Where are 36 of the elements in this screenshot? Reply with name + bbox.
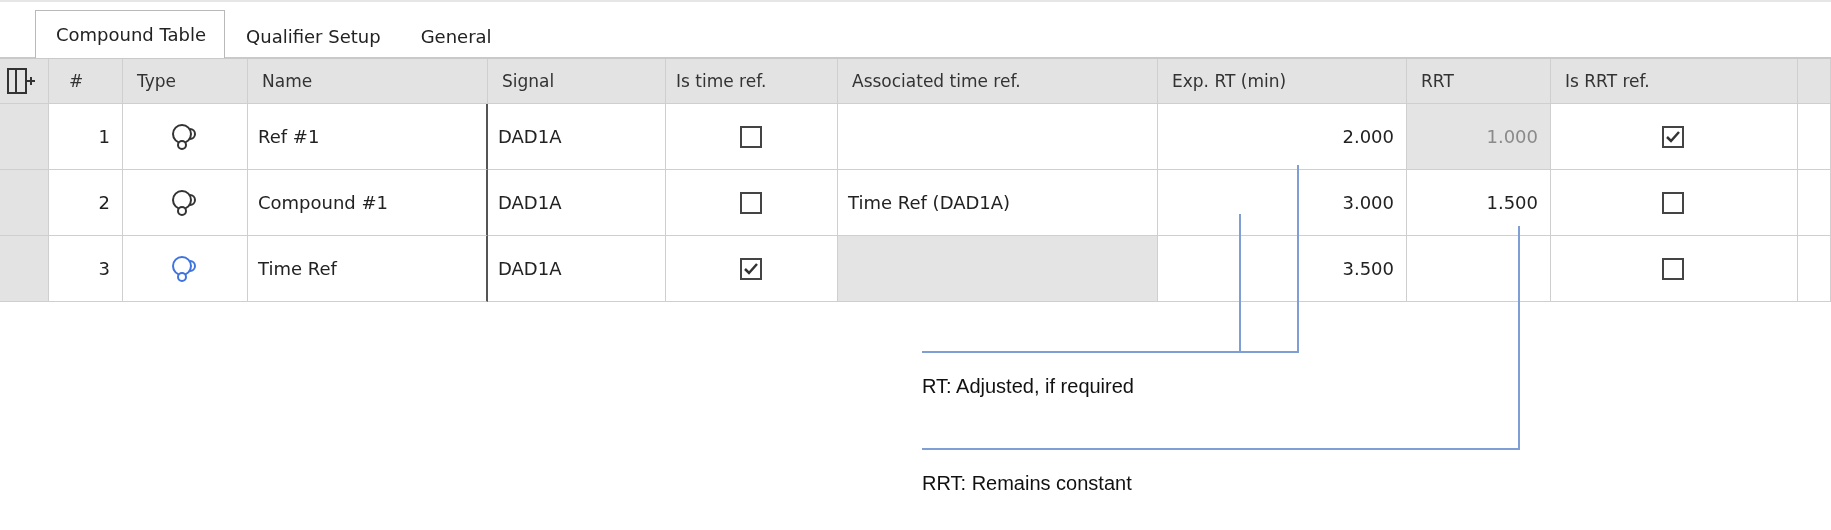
column-header[interactable]: Is time ref. — [666, 59, 838, 104]
column-chooser-icon[interactable] — [6, 66, 38, 96]
column-header[interactable]: Type — [123, 59, 248, 104]
table-cell: 2.000 — [1158, 104, 1407, 170]
checkbox[interactable] — [739, 257, 762, 280]
checkbox[interactable] — [739, 191, 762, 214]
row-number: 3 — [49, 236, 123, 302]
check-icon — [1666, 130, 1680, 143]
column-header[interactable]: Associated time ref. — [838, 59, 1158, 104]
table-cell: 3.500 — [1158, 236, 1407, 302]
table-cell: Ref #1 — [248, 104, 488, 170]
row-number: 2 — [49, 170, 123, 236]
table-cell: DAD1A — [488, 236, 666, 302]
annotation-text: RRT: Remains constant — [922, 472, 1132, 495]
table-cell: 3.000 — [1158, 170, 1407, 236]
column-header[interactable]: Is RRT ref. — [1551, 59, 1798, 104]
row-number: 1 — [49, 104, 123, 170]
table-cell: 1.500 — [1407, 170, 1551, 236]
column-header[interactable]: Signal — [488, 59, 666, 104]
table-cell: Compound #1 — [248, 170, 488, 236]
table-cell: Time Ref (DAD1A) — [838, 170, 1158, 236]
checkbox[interactable] — [739, 125, 762, 148]
checkbox[interactable] — [1662, 125, 1684, 148]
column-header[interactable]: Exp. RT (min) — [1158, 59, 1407, 104]
checkbox[interactable] — [1662, 257, 1684, 280]
column-header[interactable]: Name — [248, 59, 488, 104]
table-cell: 1.000 — [1407, 104, 1551, 170]
tab[interactable]: Compound Table — [35, 10, 226, 58]
table-cell: DAD1A — [488, 104, 666, 170]
column-header[interactable]: RRT — [1407, 59, 1551, 104]
annotation-text: RT: Adjusted, if required — [922, 375, 1134, 398]
check-icon — [743, 262, 758, 275]
checkbox[interactable] — [1662, 191, 1684, 214]
table-cell: DAD1A — [488, 170, 666, 236]
table-cell: Time Ref — [248, 236, 488, 302]
column-header[interactable]: # — [49, 59, 123, 104]
